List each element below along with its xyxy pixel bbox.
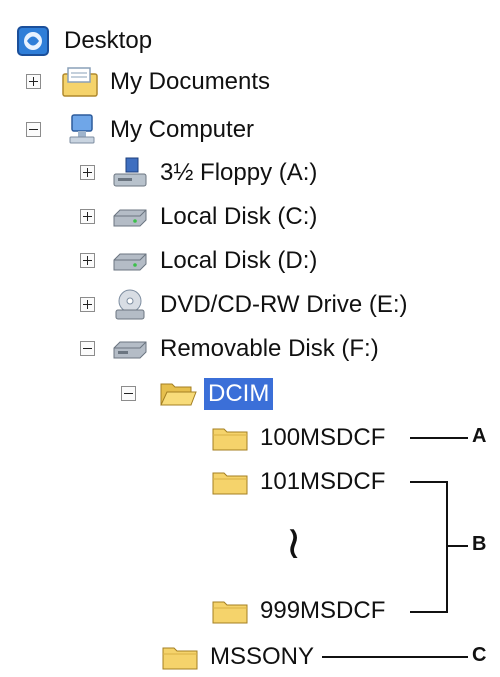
tree-item-desktop[interactable]: Desktop: [14, 21, 152, 61]
tree-item-dvd-drive[interactable]: DVD/CD-RW Drive (E:): [110, 285, 408, 325]
folder-icon: [210, 465, 250, 499]
collapse-toggle[interactable]: [121, 386, 136, 401]
expand-toggle[interactable]: [80, 297, 95, 312]
removable-disk-icon: [110, 332, 150, 366]
tree-item-label: Desktop: [64, 27, 153, 54]
expand-toggle[interactable]: [80, 209, 95, 224]
dvd-drive-icon: [110, 288, 150, 322]
omission-mark: ≀: [285, 515, 303, 569]
floppy-drive-icon: [110, 156, 150, 190]
tree-item-label: DVD/CD-RW Drive (E:): [160, 291, 408, 318]
tree-item-label: 100MSDCF: [260, 424, 386, 451]
tree-item-label: 999MSDCF: [260, 597, 386, 624]
tree-item-101msdcf[interactable]: 101MSDCF: [210, 462, 385, 502]
tree-item-label: Removable Disk (F:): [160, 335, 379, 362]
tree-item-local-disk-c[interactable]: Local Disk (C:): [110, 197, 317, 237]
tree-item-label: Local Disk (C:): [160, 203, 318, 230]
callout-line-b: [446, 545, 468, 547]
tree-item-999msdcf[interactable]: 999MSDCF: [210, 591, 385, 631]
expand-toggle[interactable]: [26, 74, 41, 89]
desktop-icon: [14, 24, 54, 58]
folder-icon: [160, 640, 200, 674]
tree-item-label: Local Disk (D:): [160, 247, 318, 274]
tree-item-label: 101MSDCF: [260, 468, 386, 495]
tree-item-floppy[interactable]: 3½ Floppy (A:): [110, 153, 317, 193]
callout-line-a: [410, 437, 468, 439]
callout-label-a: A: [472, 425, 487, 447]
tree-item-removable-disk[interactable]: Removable Disk (F:): [110, 329, 379, 369]
callout-label-b: B: [472, 533, 487, 555]
tree-item-100msdcf[interactable]: 100MSDCF: [210, 418, 385, 458]
tree-item-label: My Documents: [110, 68, 271, 95]
tree-item-local-disk-d[interactable]: Local Disk (D:): [110, 241, 317, 281]
tree-item-mssony[interactable]: MSSONY: [160, 637, 314, 677]
folder-open-icon: [158, 377, 198, 411]
hard-disk-icon: [110, 244, 150, 278]
hard-disk-icon: [110, 200, 150, 234]
tree-item-label: DCIM: [204, 378, 274, 410]
tree-item-dcim[interactable]: DCIM: [158, 374, 274, 414]
tree-item-my-documents[interactable]: My Documents: [60, 62, 270, 102]
tree-item-label: My Computer: [110, 116, 255, 143]
callout-label-c: C: [472, 644, 487, 666]
callout-bracket-b: [410, 481, 448, 613]
folder-icon: [210, 594, 250, 628]
collapse-toggle[interactable]: [26, 122, 41, 137]
tree-item-my-computer[interactable]: My Computer: [60, 110, 254, 150]
expand-toggle[interactable]: [80, 253, 95, 268]
tree-item-label: 3½ Floppy (A:): [160, 159, 318, 186]
documents-folder-icon: [60, 65, 100, 99]
expand-toggle[interactable]: [80, 165, 95, 180]
tree-item-label: MSSONY: [210, 643, 315, 670]
callout-line-c: [322, 656, 468, 658]
computer-icon: [60, 113, 100, 147]
folder-icon: [210, 421, 250, 455]
collapse-toggle[interactable]: [80, 341, 95, 356]
